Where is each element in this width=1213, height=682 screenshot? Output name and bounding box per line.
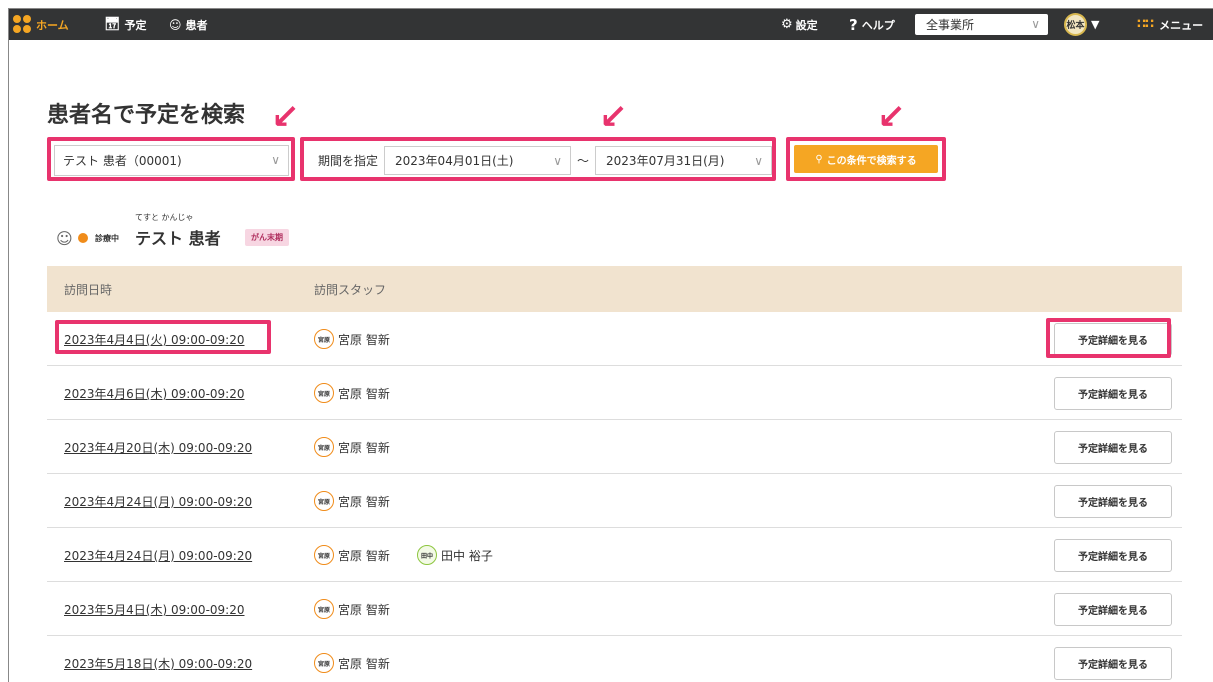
person-icon: ☺︎ — [169, 17, 182, 32]
search-button[interactable]: ⚲ この条件で検索する — [794, 145, 938, 173]
chevron-down-icon: ∨ — [271, 153, 280, 167]
start-date-select[interactable]: 2023年04月01日(土) ∨ — [384, 146, 572, 175]
staff-name: 宮原 智新 — [338, 440, 390, 455]
staff-member: 宮原 宮原 智新 — [314, 545, 390, 565]
view-detail-button[interactable]: 予定詳細を見る — [1054, 377, 1172, 410]
staff-name: 宮原 智新 — [338, 656, 390, 671]
nav-home[interactable]: ホーム — [36, 9, 69, 40]
app-window: ホーム 📅︎ 予定 ☺︎ 患者 ⚙ 設定 ? ヘルプ 全事業所 ∨ 松本 ▼ ∷… — [8, 8, 1213, 682]
visit-date-link[interactable]: 2023年5月4日(木) 09:00-09:20 — [64, 601, 244, 618]
view-detail-button[interactable]: 予定詳細を見る — [1054, 539, 1172, 572]
person-icon: ☺︎ — [56, 229, 73, 248]
nav-menu[interactable]: ∷∷ メニュー — [1137, 9, 1203, 40]
search-icon: ⚲ — [815, 153, 823, 165]
staff-member: 宮原 宮原 智新 — [314, 599, 390, 619]
view-detail-button[interactable]: 予定詳細を見る — [1054, 647, 1172, 680]
staff-avatar: 宮原 — [314, 383, 334, 403]
annotation-arrow-icon: ↙ — [599, 97, 628, 137]
staff-avatar: 宮原 — [314, 437, 334, 457]
visit-date-link[interactable]: 2023年4月20日(木) 09:00-09:20 — [64, 439, 252, 456]
caret-down-icon[interactable]: ▼ — [1091, 9, 1099, 40]
visit-date-link[interactable]: 2023年5月18日(木) 09:00-09:20 — [64, 655, 252, 672]
staff-member: 宮原 宮原 智新 — [314, 383, 390, 403]
column-header-staff: 訪問スタッフ — [314, 283, 387, 297]
annotation-arrow-icon: ↙ — [271, 97, 300, 137]
staff-name: 宮原 智新 — [338, 332, 390, 347]
visit-date-link[interactable]: 2023年4月24日(月) 09:00-09:20 — [64, 493, 252, 510]
staff-member: 宮原 宮原 智新 — [314, 437, 390, 457]
calendar-icon: 📅︎ — [104, 17, 121, 32]
nav-home-label: ホーム — [36, 18, 69, 32]
highlight-box — [1046, 318, 1171, 358]
table-row: 2023年5月18日(木) 09:00-09:20 宮原 宮原 智新 予定詳細を見る — [47, 636, 1182, 682]
top-navigation-bar: ホーム 📅︎ 予定 ☺︎ 患者 ⚙ 設定 ? ヘルプ 全事業所 ∨ 松本 ▼ ∷… — [9, 9, 1213, 40]
table-row: 2023年5月4日(木) 09:00-09:20 宮原 宮原 智新 予定詳細を見る — [47, 582, 1182, 636]
staff-name: 宮原 智新 — [338, 602, 390, 617]
view-detail-button[interactable]: 予定詳細を見る — [1054, 485, 1172, 518]
search-button-label: この条件で検索する — [826, 155, 917, 167]
column-header-date: 訪問日時 — [64, 283, 113, 297]
nav-menu-label: メニュー — [1159, 18, 1204, 32]
nav-patient[interactable]: ☺︎ 患者 — [169, 9, 208, 40]
table-row: 2023年4月20日(木) 09:00-09:20 宮原 宮原 智新 予定詳細を見る — [47, 420, 1182, 474]
question-icon: ? — [849, 15, 858, 34]
staff-member: 宮原 宮原 智新 — [314, 653, 390, 673]
range-separator: 〜 — [577, 154, 590, 168]
staff-avatar: 宮原 — [314, 545, 334, 565]
chevron-down-icon: ∨ — [553, 154, 563, 168]
visit-date-link[interactable]: 2023年4月24日(月) 09:00-09:20 — [64, 547, 252, 564]
staff-avatar: 宮原 — [314, 653, 334, 673]
staff-avatar: 田中 — [417, 545, 437, 565]
gear-icon: ⚙ — [781, 17, 793, 32]
period-label: 期間を指定 — [318, 154, 379, 168]
chevron-down-icon: ∨ — [1031, 17, 1040, 31]
staff-avatar: 宮原 — [314, 329, 334, 349]
staff-avatar: 宮原 — [314, 491, 334, 511]
nav-settings-label: 設定 — [795, 18, 818, 32]
office-select[interactable]: 全事業所 ∨ — [915, 14, 1048, 35]
status-dot — [78, 233, 88, 243]
highlight-box — [55, 320, 271, 354]
staff-name: 宮原 智新 — [338, 494, 390, 509]
staff-member: 宮原 宮原 智新 — [314, 491, 390, 511]
nav-settings[interactable]: ⚙ 設定 — [781, 9, 818, 40]
nav-schedule-label: 予定 — [124, 18, 147, 32]
grid-menu-icon: ∷∷ — [1137, 17, 1154, 32]
period-range: 期間を指定 2023年04月01日(土) ∨ 〜 2023年07月31日(月) … — [309, 145, 779, 176]
app-logo-icon[interactable] — [13, 9, 33, 40]
annotation-arrow-icon: ↙ — [877, 97, 906, 137]
patient-furigana: てすと かんじゃ — [135, 213, 194, 222]
page-title: 患者名で予定を検索 — [47, 103, 246, 128]
end-date-value: 2023年07月31日(月) — [606, 154, 725, 168]
patient-name: テスト 患者 — [135, 229, 221, 248]
patient-select[interactable]: テスト 患者（00001) ∨ — [54, 145, 289, 176]
view-detail-button[interactable]: 予定詳細を見る — [1054, 593, 1172, 626]
chevron-down-icon: ∨ — [754, 154, 764, 168]
nav-patient-label: 患者 — [185, 18, 208, 32]
staff-member: 田中 田中 裕子 — [417, 545, 493, 565]
table-row: 2023年4月24日(月) 09:00-09:20 宮原 宮原 智新 予定詳細を見る — [47, 474, 1182, 528]
end-date-select[interactable]: 2023年07月31日(月) ∨ — [595, 146, 773, 175]
view-detail-button[interactable]: 予定詳細を見る — [1054, 431, 1172, 464]
status-label: 診療中 — [95, 234, 119, 243]
nav-help-label: ヘルプ — [861, 18, 895, 32]
office-select-value: 全事業所 — [926, 18, 975, 32]
nav-schedule[interactable]: 📅︎ 予定 — [104, 9, 147, 40]
diagnosis-tag: がん末期 — [245, 229, 289, 246]
staff-name: 宮原 智新 — [338, 548, 390, 563]
table-header: 訪問日時 訪問スタッフ — [47, 266, 1182, 312]
visit-date-link[interactable]: 2023年4月6日(木) 09:00-09:20 — [64, 385, 244, 402]
staff-name: 田中 裕子 — [441, 548, 493, 563]
staff-name: 宮原 智新 — [338, 386, 390, 401]
nav-help[interactable]: ? ヘルプ — [849, 9, 895, 40]
table-row: 2023年4月6日(木) 09:00-09:20 宮原 宮原 智新 予定詳細を見る — [47, 366, 1182, 420]
staff-avatar: 宮原 — [314, 599, 334, 619]
start-date-value: 2023年04月01日(土) — [395, 154, 514, 168]
patient-select-value: テスト 患者（00001) — [63, 154, 182, 168]
staff-member: 宮原 宮原 智新 — [314, 329, 390, 349]
user-avatar[interactable]: 松本 — [1064, 13, 1087, 36]
table-row: 2023年4月24日(月) 09:00-09:20 宮原 宮原 智新 田中 田中 裕子 予… — [47, 528, 1182, 582]
